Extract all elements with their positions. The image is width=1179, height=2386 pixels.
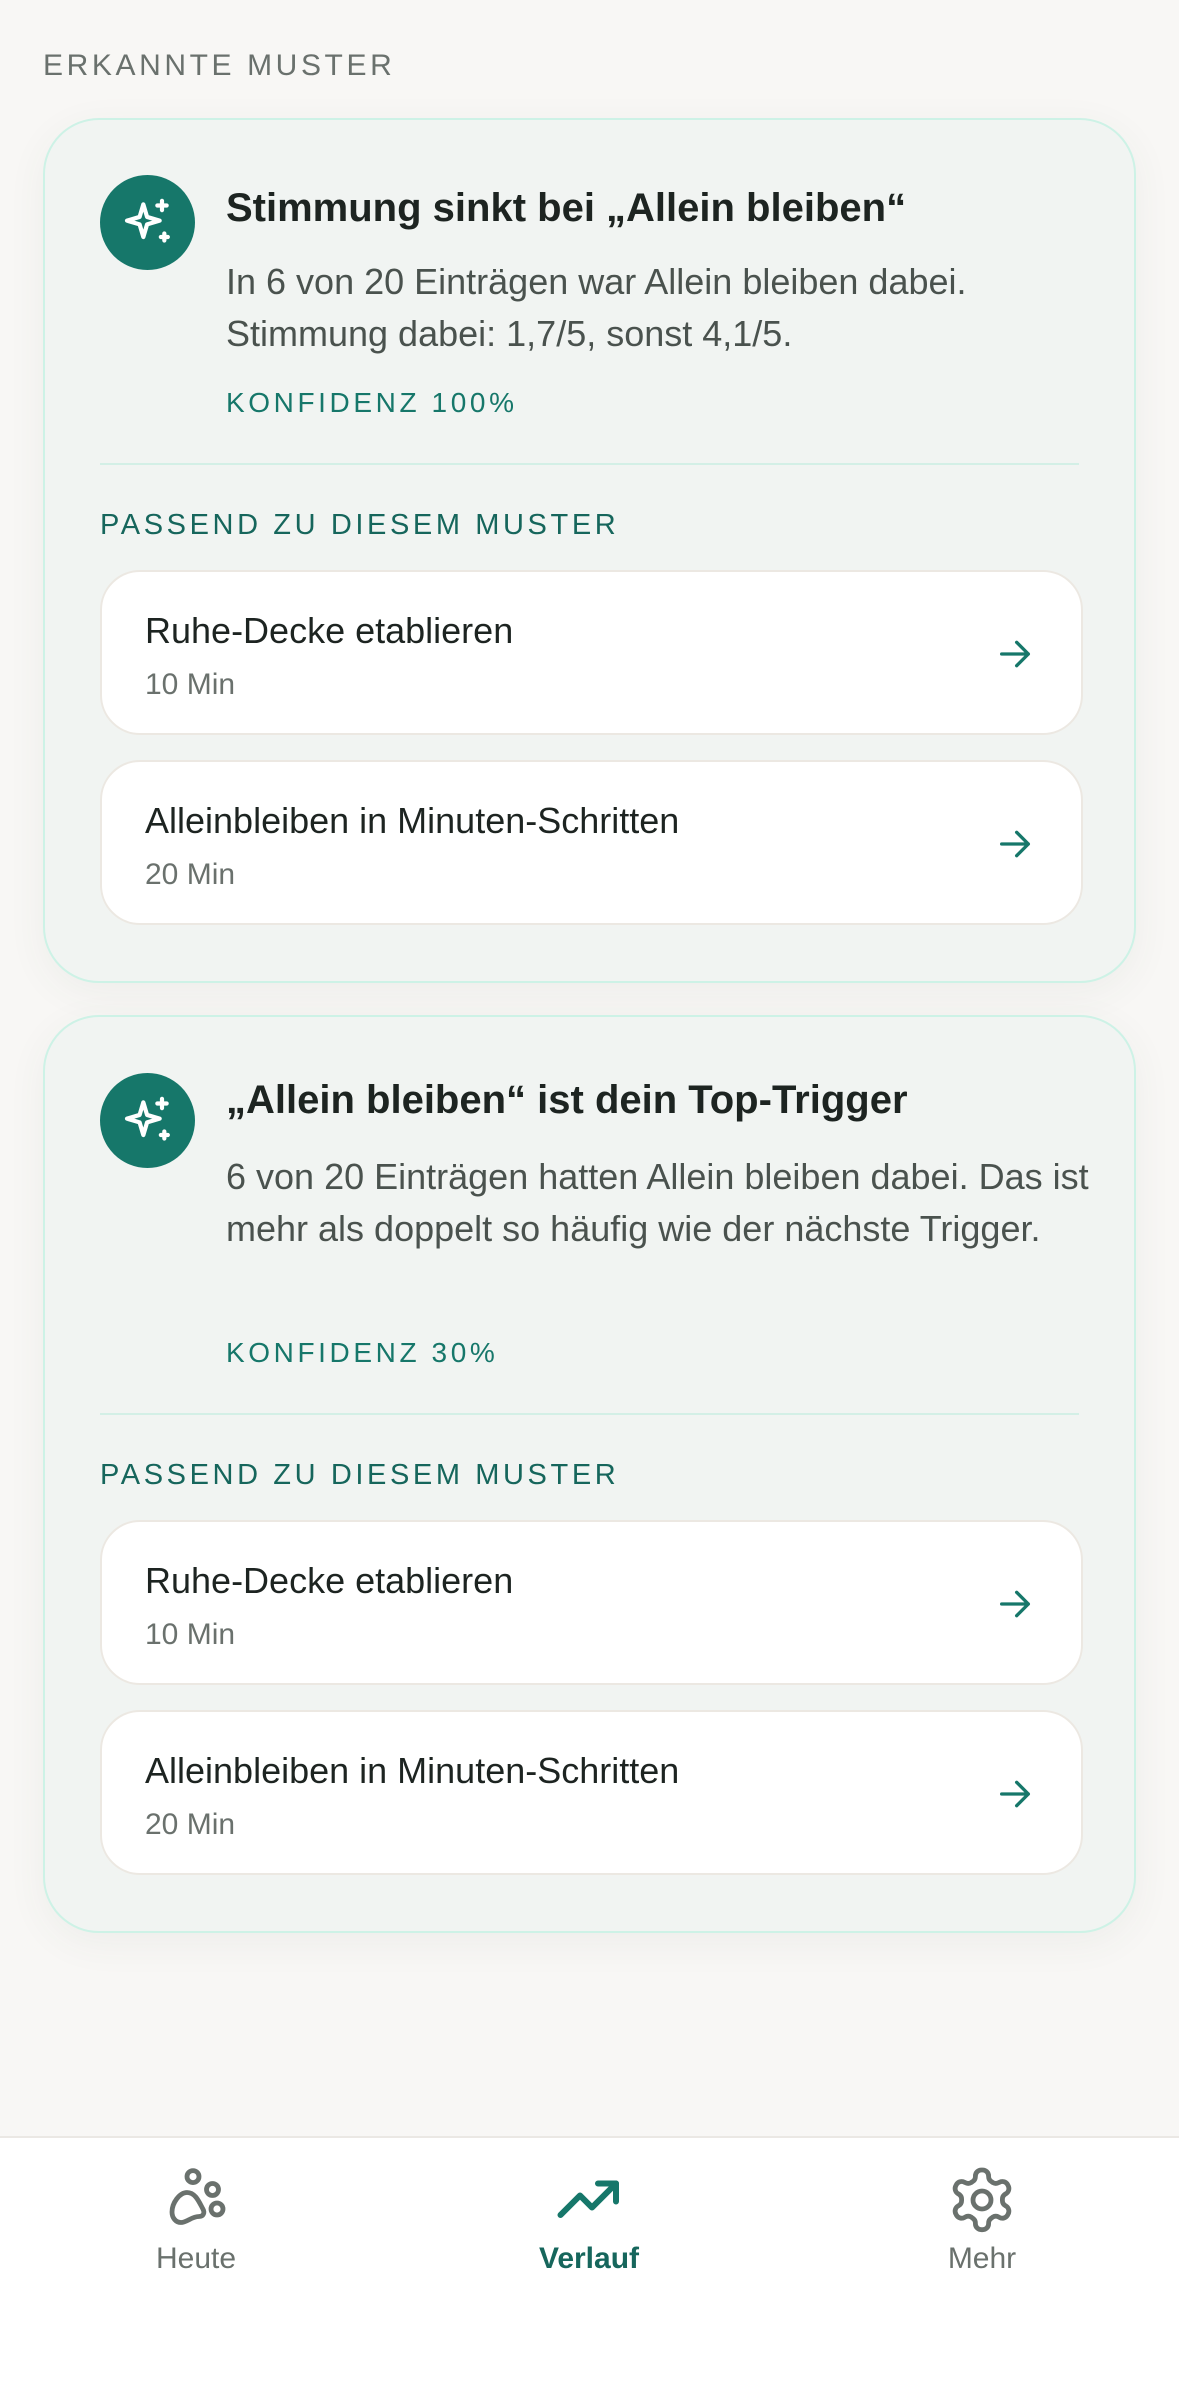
tab-bar: Heute Verlauf Mehr xyxy=(0,2136,1179,2386)
tab-label: Heute xyxy=(155,2242,237,2275)
tab-mehr[interactable]: Mehr xyxy=(882,2164,1082,2294)
tab-label: Mehr xyxy=(947,2242,1017,2275)
match-label: PASSEND ZU DIESEM MUSTER xyxy=(100,1459,620,1491)
exercise-name: Ruhe-Decke etablieren xyxy=(145,610,514,651)
pattern-title: Stimmung sinkt bei „Allein bleiben“ xyxy=(226,186,907,230)
trending-up-icon xyxy=(557,2180,619,2218)
paw-icon xyxy=(169,2168,226,2225)
sparkles-icon xyxy=(100,1073,195,1168)
section-title: ERKANNTE MUSTER xyxy=(43,49,396,82)
tab-heute[interactable]: Heute xyxy=(96,2164,296,2294)
arrow-right-icon xyxy=(1000,640,1030,668)
arrow-right-icon xyxy=(1000,1780,1030,1808)
match-label: PASSEND ZU DIESEM MUSTER xyxy=(100,509,620,541)
arrow-right-icon xyxy=(1000,830,1030,858)
pattern-card: Stimmung sinkt bei „Allein bleiben“ In 6… xyxy=(43,118,1136,983)
exercise-item-ruhe-decke[interactable]: Ruhe-Decke etablieren 10 Min xyxy=(100,1520,1083,1685)
page: ERKANNTE MUSTER Stimmung sinkt bei „Alle… xyxy=(0,0,1179,2386)
pattern-description: 6 von 20 Einträgen hatten Allein bleiben… xyxy=(226,1156,1089,1249)
exercise-name: Ruhe-Decke etablieren xyxy=(145,1560,514,1601)
exercise-name: Alleinbleiben in Minuten-Schritten xyxy=(145,1750,680,1791)
exercise-duration: 10 Min xyxy=(145,668,236,701)
pattern-card: „Allein bleiben“ ist dein Top-Trigger 6 … xyxy=(43,1015,1136,1933)
tab-label: Verlauf xyxy=(538,2242,640,2275)
confidence-label: KONFIDENZ 30% xyxy=(226,1337,499,1368)
exercise-item-alleinbleiben[interactable]: Alleinbleiben in Minuten-Schritten 20 Mi… xyxy=(100,760,1083,925)
pattern-description: In 6 von 20 Einträgen war Allein bleiben… xyxy=(226,261,967,354)
gear-icon xyxy=(952,2167,1012,2233)
sparkles-icon xyxy=(100,175,195,270)
confidence-label: KONFIDENZ 100% xyxy=(226,387,518,418)
tab-verlauf[interactable]: Verlauf xyxy=(489,2164,689,2294)
exercise-item-ruhe-decke[interactable]: Ruhe-Decke etablieren 10 Min xyxy=(100,570,1083,735)
divider xyxy=(100,1413,1079,1415)
exercise-item-alleinbleiben[interactable]: Alleinbleiben in Minuten-Schritten 20 Mi… xyxy=(100,1710,1083,1875)
exercise-name: Alleinbleiben in Minuten-Schritten xyxy=(145,800,680,841)
pattern-title: „Allein bleiben“ ist dein Top-Trigger xyxy=(226,1078,908,1122)
arrow-right-icon xyxy=(1000,1590,1030,1618)
exercise-duration: 20 Min xyxy=(145,858,236,891)
divider xyxy=(100,463,1079,465)
exercise-duration: 20 Min xyxy=(145,1808,236,1841)
exercise-duration: 10 Min xyxy=(145,1618,236,1651)
